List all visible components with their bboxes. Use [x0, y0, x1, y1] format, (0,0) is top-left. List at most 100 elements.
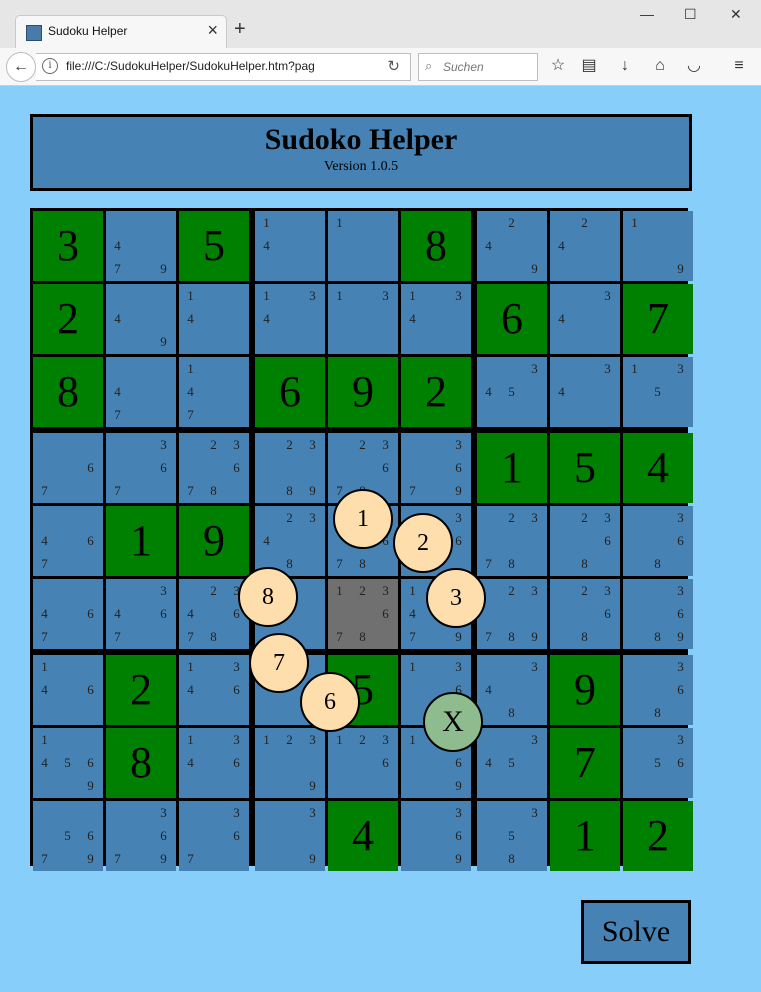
url-bar[interactable]: i file:///C:/SudokuHelper/SudokuHelper.h… [36, 53, 411, 81]
back-arrow-icon[interactable]: ← [6, 52, 36, 82]
cell-r8c2[interactable]: 8 [106, 728, 176, 798]
cell-r8c9[interactable]: 3 5 6 [623, 728, 693, 798]
menu-icon[interactable]: ≡ [729, 56, 749, 76]
cell-r3c1[interactable]: 8 [33, 357, 103, 427]
download-icon[interactable]: ↓ [615, 56, 635, 76]
cell-r1c6[interactable]: 8 [401, 211, 471, 281]
cell-r4c3[interactable]: 2 3 6 7 8 [179, 433, 249, 503]
wheel-option-3[interactable]: 3 [426, 568, 486, 628]
cell-r2c1[interactable]: 2 [33, 284, 103, 354]
cell-r4c8[interactable]: 5 [550, 433, 620, 503]
cell-r1c4[interactable]: 14 [255, 211, 325, 281]
cell-r5c3[interactable]: 9 [179, 506, 249, 576]
cell-r5c1[interactable]: 4 6 7 [33, 506, 103, 576]
cell-r2c9[interactable]: 7 [623, 284, 693, 354]
cell-r3c9[interactable]: 1 3 5 [623, 357, 693, 427]
pocket-icon[interactable]: ◡ [684, 56, 704, 76]
cell-r7c7[interactable]: 3 4 8 [477, 655, 547, 725]
cell-r2c6[interactable]: 1 3 4 [401, 284, 471, 354]
cell-r4c1[interactable]: 67 [33, 433, 103, 503]
cell-r3c5[interactable]: 9 [328, 357, 398, 427]
cell-r4c6[interactable]: 3 6 7 9 [401, 433, 471, 503]
wheel-option-8[interactable]: 8 [238, 567, 298, 627]
cell-r1c1[interactable]: 3 [33, 211, 103, 281]
wheel-option-6[interactable]: 6 [300, 672, 360, 732]
cell-r8c4[interactable]: 1 2 3 9 [255, 728, 325, 798]
close-tab-icon[interactable]: × [207, 20, 218, 41]
reload-icon[interactable]: ↻ [387, 57, 400, 75]
cell-r8c5[interactable]: 1236 [328, 728, 398, 798]
cell-r8c8[interactable]: 7 [550, 728, 620, 798]
cell-r3c8[interactable]: 34 [550, 357, 620, 427]
cell-r5c4[interactable]: 2348 [255, 506, 325, 576]
wheel-option-2[interactable]: 2 [393, 513, 453, 573]
cell-r4c9[interactable]: 4 [623, 433, 693, 503]
browser-tab[interactable]: Sudoku Helper × [16, 16, 226, 48]
cell-r7c2[interactable]: 2 [106, 655, 176, 725]
cell-r8c3[interactable]: 1 3 4 6 [179, 728, 249, 798]
cell-r6c8[interactable]: 2 3 6 8 [550, 579, 620, 649]
cell-r9c3[interactable]: 3 6 7 [179, 801, 249, 871]
cell-value: 3 [57, 221, 79, 270]
cell-r4c4[interactable]: 2 3 8 9 [255, 433, 325, 503]
cell-r8c1[interactable]: 1 4 5 6 9 [33, 728, 103, 798]
cell-r3c2[interactable]: 47 [106, 357, 176, 427]
cell-r5c9[interactable]: 3 6 8 [623, 506, 693, 576]
candidate-9: 9 [531, 629, 538, 644]
cell-r7c1[interactable]: 1 4 6 [33, 655, 103, 725]
cell-r2c7[interactable]: 6 [477, 284, 547, 354]
cell-r1c2[interactable]: 4 7 9 [106, 211, 176, 281]
reader-list-icon[interactable]: ▤ [579, 56, 599, 76]
cell-r2c8[interactable]: 34 [550, 284, 620, 354]
wheel-clear[interactable]: X [423, 692, 483, 752]
cell-r3c4[interactable]: 6 [255, 357, 325, 427]
cell-r9c8[interactable]: 1 [550, 801, 620, 871]
cell-r1c3[interactable]: 5 [179, 211, 249, 281]
cell-r9c4[interactable]: 39 [255, 801, 325, 871]
wheel-option-1[interactable]: 1 [333, 489, 393, 549]
cell-r2c3[interactable]: 14 [179, 284, 249, 354]
cell-r1c5[interactable]: 1 [328, 211, 398, 281]
cell-r2c4[interactable]: 1 3 4 [255, 284, 325, 354]
cell-r3c3[interactable]: 1 4 7 [179, 357, 249, 427]
cell-r5c8[interactable]: 2 3 6 8 [550, 506, 620, 576]
close-window-icon[interactable]: ✕ [730, 6, 742, 23]
cell-r1c8[interactable]: 24 [550, 211, 620, 281]
candidate-6: 6 [87, 828, 94, 843]
minimize-icon[interactable]: — [640, 6, 654, 22]
cell-r1c7[interactable]: 2 4 9 [477, 211, 547, 281]
cell-r4c2[interactable]: 3 6 7 [106, 433, 176, 503]
cell-r5c7[interactable]: 2 3 7 8 [477, 506, 547, 576]
cell-r8c7[interactable]: 3 4 5 [477, 728, 547, 798]
wheel-option-7[interactable]: 7 [249, 633, 309, 693]
cell-r7c9[interactable]: 3 6 8 [623, 655, 693, 725]
cell-r7c3[interactable]: 1 3 4 6 [179, 655, 249, 725]
bookmark-star-icon[interactable]: ☆ [548, 56, 568, 76]
cell-r9c6[interactable]: 3 6 9 [401, 801, 471, 871]
cell-r6c7[interactable]: 2 3 7 8 9 [477, 579, 547, 649]
cell-r6c1[interactable]: 4 6 7 [33, 579, 103, 649]
cell-r9c1[interactable]: 5 6 7 9 [33, 801, 103, 871]
cell-r2c5[interactable]: 13 [328, 284, 398, 354]
cell-r6c9[interactable]: 3 6 8 9 [623, 579, 693, 649]
cell-r9c9[interactable]: 2 [623, 801, 693, 871]
cell-r6c5[interactable]: 1 2 3 6 7 8 [328, 579, 398, 649]
cell-r5c2[interactable]: 1 [106, 506, 176, 576]
info-icon[interactable]: i [42, 58, 58, 74]
cell-r9c2[interactable]: 3 6 7 9 [106, 801, 176, 871]
solve-button[interactable]: Solve [581, 900, 691, 964]
new-tab-icon[interactable]: + [234, 18, 246, 41]
candidate-3: 3 [309, 437, 316, 452]
cell-r2c2[interactable]: 49 [106, 284, 176, 354]
maximize-icon[interactable]: ☐ [684, 6, 697, 23]
cell-r3c6[interactable]: 2 [401, 357, 471, 427]
cell-r9c7[interactable]: 3 5 8 [477, 801, 547, 871]
cell-r4c7[interactable]: 1 [477, 433, 547, 503]
cell-r7c8[interactable]: 9 [550, 655, 620, 725]
cell-r6c2[interactable]: 3 4 6 7 [106, 579, 176, 649]
cell-r1c9[interactable]: 19 [623, 211, 693, 281]
search-box[interactable]: ⌕ Suchen [418, 53, 538, 81]
cell-r3c7[interactable]: 3 4 5 [477, 357, 547, 427]
home-icon[interactable]: ⌂ [650, 56, 670, 76]
cell-r9c5[interactable]: 4 [328, 801, 398, 871]
